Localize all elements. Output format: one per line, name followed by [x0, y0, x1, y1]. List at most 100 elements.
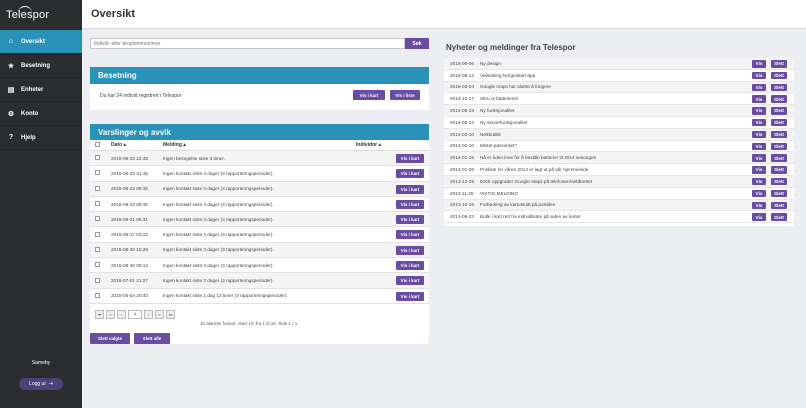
list-item: 2016-08-12 Veiledning Norgeskart-app Vis Sl…	[444, 70, 794, 82]
news-view-button[interactable]: Vis	[752, 166, 766, 174]
news-delete-button[interactable]: Slett	[771, 95, 787, 103]
news-view-button[interactable]: Vis	[752, 213, 766, 221]
row-map-button[interactable]: Vis i kart	[396, 291, 424, 301]
news-view-button[interactable]: Vis	[752, 60, 766, 68]
row-checkbox[interactable]	[95, 170, 100, 176]
row-date: 2016-09-21 05:31	[111, 216, 149, 222]
pager-last[interactable]: ⏭	[166, 310, 175, 319]
column-individ[interactable]: Individnr ▴	[356, 142, 429, 148]
list-item: 2014-01-15 Nå er tiden inne for å bestill…	[444, 152, 794, 165]
pager-prev-fast[interactable]: «	[106, 310, 115, 319]
column-message[interactable]: Melding ▴	[163, 142, 356, 148]
news-item-title[interactable]: Prisliste for våren 2014 er lagt ut på v…	[480, 167, 794, 172]
row-map-button[interactable]: Vis i kart	[396, 154, 424, 163]
news-item-title[interactable]: Nå er tiden inne for å bestille batterie…	[480, 155, 794, 160]
news-delete-button[interactable]: Slett	[771, 213, 787, 221]
news-delete-button[interactable]: Slett	[771, 154, 787, 162]
news-view-button[interactable]: Vis	[752, 118, 766, 127]
news-delete-button[interactable]: Slett	[771, 130, 787, 139]
news-delete-button[interactable]: Slett	[771, 83, 787, 92]
delete-selected-button[interactable]: Slett valgte	[90, 333, 130, 344]
row-checkbox[interactable]	[95, 155, 100, 161]
news-view-button[interactable]: Vis	[752, 83, 766, 92]
row-checkbox[interactable]	[95, 216, 100, 222]
list-item: 2014-03-10 Nettbutikk Vis Slett	[444, 128, 794, 141]
news-item-title[interactable]: Ny funksjonalitet	[480, 108, 794, 113]
news-item-title[interactable]: Skru ut batteriene!	[480, 96, 794, 101]
news-delete-button[interactable]: Slett	[771, 201, 787, 210]
row-message: Ingen kontakt siste 3 dager (3 rapporter…	[163, 262, 274, 268]
table-row: 2016-07-01 21:27 Ingen kontakt siste 3 da…	[90, 273, 429, 289]
news-delete-button[interactable]: Slett	[771, 60, 787, 68]
news-delete-button[interactable]: Slett	[771, 107, 787, 115]
pager-prev[interactable]: ‹	[117, 310, 126, 319]
sidebar-item-konto[interactable]: ⚙ Konto	[0, 102, 82, 126]
logo-arc-icon	[18, 6, 32, 14]
news-item-title[interactable]: Mistet passordet?	[480, 143, 794, 148]
news-delete-button[interactable]: Slett	[771, 166, 787, 174]
pager-page-input[interactable]: 1	[128, 310, 142, 319]
pager-next[interactable]: ›	[144, 310, 153, 319]
logout-label: Logg ut	[29, 381, 46, 387]
sidebar-item-besetning[interactable]: ★ Besetning	[0, 54, 82, 78]
search-button[interactable]: Søk	[405, 38, 429, 49]
news-item-title[interactable]: Nettbutikk	[480, 132, 794, 137]
row-map-button[interactable]: Vis i kart	[396, 199, 424, 209]
news-item-title[interactable]: Ny design	[480, 61, 794, 66]
news-delete-button[interactable]: Slett	[771, 189, 787, 198]
sidebar-item-enheter[interactable]: ▤ Enheter	[0, 78, 82, 102]
list-item: 2014-10-17 Skru ut batteriene! Vis Slett	[444, 93, 794, 106]
news-item-title[interactable]: Bolle i kart rett fra individlisten på s…	[480, 214, 794, 219]
pager-next-fast[interactable]: »	[155, 310, 164, 319]
news-delete-button[interactable]: Slett	[771, 71, 787, 80]
news-view-button[interactable]: Vis	[752, 201, 766, 210]
news-view-button[interactable]: Vis	[752, 142, 766, 151]
news-delete-button[interactable]: Slett	[771, 142, 787, 151]
table-row: 2016-09-21 05:31 Ingen kontakt siste 3 da…	[90, 212, 429, 228]
row-map-button[interactable]: Vis i kart	[396, 169, 424, 179]
sidebar-item-label: Enheter	[21, 86, 44, 93]
news-item-title[interactable]: Google maps har sluttet å fungere	[480, 84, 794, 89]
logout-button[interactable]: Logg ut ⇥	[19, 378, 63, 390]
pager-first[interactable]: ⏮	[95, 310, 104, 319]
news-view-button[interactable]: Vis	[752, 107, 766, 115]
logo[interactable]: Telespor	[0, 0, 82, 30]
besetning-list-button[interactable]: Vis i liste	[390, 90, 420, 100]
column-date[interactable]: Dato ▴	[111, 142, 163, 148]
row-map-button[interactable]: Vis i kart	[396, 215, 424, 225]
news-view-button[interactable]: Vis	[752, 154, 766, 162]
row-checkbox[interactable]	[95, 262, 100, 268]
row-map-button[interactable]: Vis i kart	[396, 245, 424, 255]
row-checkbox[interactable]	[95, 292, 100, 298]
news-item-title[interactable]: Forbedring av kartutsnitt på portalen	[480, 202, 794, 207]
news-view-button[interactable]: Vis	[752, 130, 766, 139]
row-checkbox[interactable]	[95, 246, 100, 252]
select-all-checkbox[interactable]	[95, 141, 100, 147]
row-checkbox[interactable]	[95, 277, 100, 283]
delete-all-button[interactable]: Slett alle	[134, 333, 170, 344]
news-view-button[interactable]: Vis	[752, 95, 766, 103]
row-map-button[interactable]: Vis i kart	[396, 230, 424, 240]
besetning-map-button[interactable]: Vis i kart	[353, 90, 385, 100]
sidebar-item-oversikt[interactable]: ⌂ Oversikt	[0, 30, 82, 54]
search-input[interactable]	[90, 38, 405, 49]
row-map-button[interactable]: Vis i kart	[396, 276, 424, 286]
row-map-button[interactable]: Vis i kart	[396, 184, 424, 194]
row-map-button[interactable]: Vis i kart	[396, 261, 424, 271]
row-checkbox[interactable]	[95, 231, 100, 237]
row-date: 2016-08-30 09:12	[111, 262, 149, 268]
row-checkbox[interactable]	[95, 185, 100, 191]
news-item-title[interactable]: Ny serverfunksjonalitet	[480, 120, 794, 125]
news-date: 2015-03-04	[450, 84, 474, 90]
news-item-title[interactable]: IKKE oppgrader Google Maps på telefonen/…	[480, 179, 794, 184]
sidebar-item-hjelp[interactable]: ? Hjelp	[0, 126, 82, 150]
news-delete-button[interactable]: Slett	[771, 177, 787, 186]
news-view-button[interactable]: Vis	[752, 177, 766, 186]
news-view-button[interactable]: Vis	[752, 71, 766, 80]
row-message: Ingen kontakt siste 3 dager (3 rapporter…	[163, 247, 274, 253]
news-delete-button[interactable]: Slett	[771, 118, 787, 127]
news-item-title[interactable]: VIKTIG MELDING	[480, 191, 794, 196]
news-view-button[interactable]: Vis	[752, 189, 766, 198]
row-checkbox[interactable]	[95, 201, 100, 207]
news-item-title[interactable]: Veiledning Norgeskart-app	[480, 73, 794, 78]
